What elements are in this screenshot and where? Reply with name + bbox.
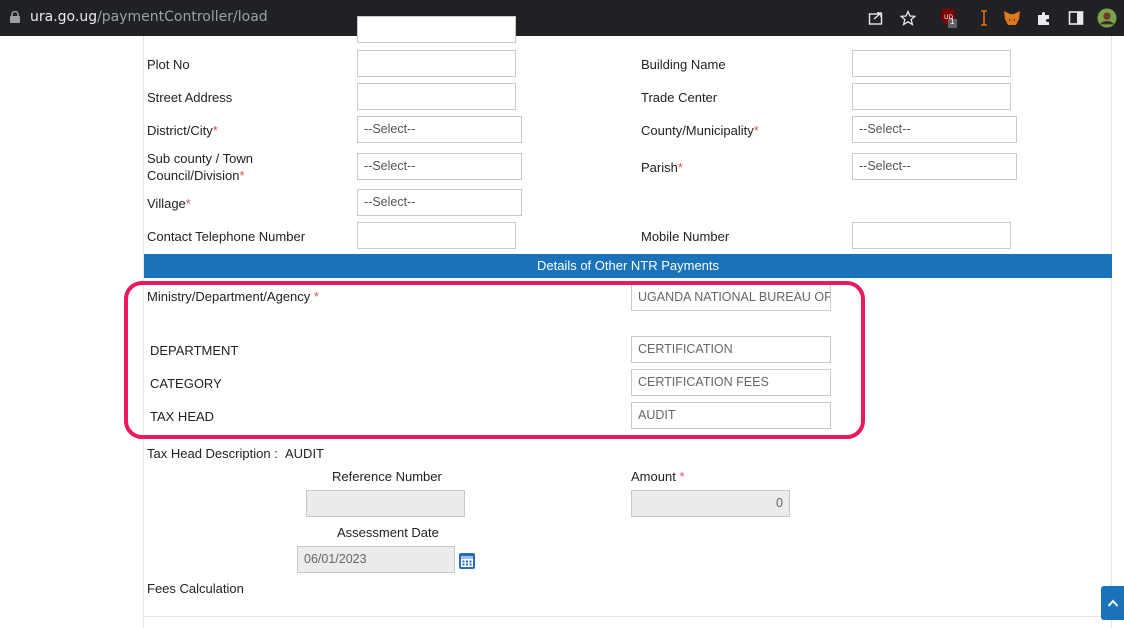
scroll-to-top-button[interactable] — [1101, 586, 1124, 620]
mobile-number-input[interactable] — [852, 222, 1011, 249]
village-label: Village* — [147, 196, 191, 211]
fees-calculation-label: Fees Calculation — [147, 581, 244, 596]
district-select[interactable]: --Select-- — [357, 116, 522, 143]
building-name-input[interactable] — [852, 50, 1011, 77]
chevron-up-icon — [1107, 599, 1118, 607]
amount-input[interactable]: 0 — [631, 490, 790, 517]
ublock-extension-icon[interactable]: UD 1 — [938, 8, 958, 28]
plot-no-input[interactable] — [357, 50, 516, 77]
assessment-date-input[interactable]: 06/01/2023 — [297, 546, 455, 573]
subcounty-label-line1: Sub county / Town — [147, 151, 253, 166]
reference-number-label: Reference Number — [332, 469, 442, 484]
subcounty-select[interactable]: --Select-- — [357, 153, 522, 180]
parish-select[interactable]: --Select-- — [852, 153, 1017, 180]
street-address-label: Street Address — [147, 90, 233, 105]
address-bar[interactable]: ura.go.ug/paymentController/load — [30, 9, 268, 25]
metamask-fox-icon[interactable] — [1002, 8, 1022, 28]
url-path: /paymentController/load — [97, 9, 268, 25]
village-select[interactable]: --Select-- — [357, 189, 522, 216]
county-label: County/Municipality* — [641, 123, 759, 138]
reference-number-input[interactable] — [306, 490, 465, 517]
share-icon[interactable] — [866, 8, 886, 28]
subcounty-label-line2: Council/Division* — [147, 168, 245, 183]
payment-form-page: Plot No Building Name Street Address Tra… — [0, 16, 1124, 628]
side-panel-icon[interactable] — [1066, 8, 1086, 28]
mobile-number-label: Mobile Number — [641, 229, 730, 244]
district-label: District/City* — [147, 123, 218, 138]
contact-telephone-label: Contact Telephone Number — [147, 229, 306, 244]
street-address-input[interactable] — [357, 83, 516, 110]
plot-no-label: Plot No — [147, 57, 190, 72]
content-border-right — [1111, 36, 1112, 628]
profile-avatar[interactable] — [1097, 8, 1117, 28]
contact-telephone-input[interactable] — [357, 222, 516, 249]
amount-label: Amount * — [631, 469, 685, 484]
section-divider — [144, 616, 1112, 617]
previous-field-input[interactable] — [357, 16, 516, 43]
county-select[interactable]: --Select-- — [852, 116, 1017, 143]
highlight-annotation — [124, 281, 865, 439]
extension-badge: 1 — [950, 17, 955, 26]
ibeam-extension-icon[interactable] — [974, 8, 994, 28]
building-name-label: Building Name — [641, 57, 726, 72]
trade-center-label: Trade Center — [641, 90, 718, 105]
tax-head-description-label: Tax Head Description : — [147, 446, 278, 461]
lock-icon — [10, 11, 20, 23]
url-domain: ura.go.ug — [30, 9, 98, 25]
tax-head-description-value: AUDIT — [285, 446, 324, 461]
calendar-icon[interactable] — [459, 553, 475, 569]
extensions-puzzle-icon[interactable] — [1034, 8, 1054, 28]
parish-label: Parish* — [641, 160, 683, 175]
ntr-section-header: Details of Other NTR Payments — [144, 254, 1112, 278]
assessment-date-label: Assessment Date — [337, 525, 439, 540]
bookmark-star-icon[interactable] — [898, 8, 918, 28]
browser-toolbar: ura.go.ug/paymentController/load UD 1 — [0, 0, 1124, 36]
trade-center-input[interactable] — [852, 83, 1011, 110]
